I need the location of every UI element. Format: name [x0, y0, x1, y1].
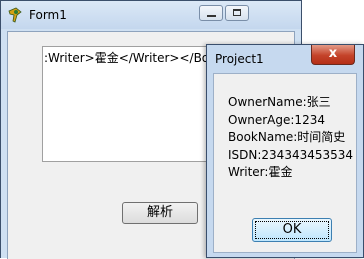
maximize-icon: [233, 9, 241, 16]
dialog-client: OwnerName:张三 OwnerAge:1234 BookName:时间简史…: [213, 73, 357, 253]
message-line-writer: Writer:霍金: [228, 165, 293, 179]
close-icon: x: [328, 46, 338, 61]
message-line-owner-age: OwnerAge:1234: [228, 112, 325, 127]
maximize-button[interactable]: [225, 5, 249, 21]
message-line-isdn: ISDN:234343453534: [228, 147, 354, 162]
form1-titlebar[interactable]: Form1: [1, 1, 301, 29]
minimize-icon: [207, 15, 216, 17]
close-button[interactable]: x: [311, 45, 355, 65]
minimize-button[interactable]: [199, 5, 223, 21]
ok-button[interactable]: OK: [252, 218, 332, 242]
form1-title: Form1: [29, 8, 67, 22]
project1-dialog: Project1 x OwnerName:张三 OwnerAge:1234 Bo…: [206, 44, 364, 258]
message-line-book-name: BookName:时间简史: [228, 130, 346, 144]
message-line-owner-name: OwnerName:张三: [228, 95, 331, 109]
parse-button[interactable]: 解析: [122, 202, 198, 224]
app-icon: [8, 7, 22, 23]
dialog-title: Project1: [215, 52, 264, 66]
message-text: OwnerName:张三 OwnerAge:1234 BookName:时间简史…: [228, 94, 353, 182]
